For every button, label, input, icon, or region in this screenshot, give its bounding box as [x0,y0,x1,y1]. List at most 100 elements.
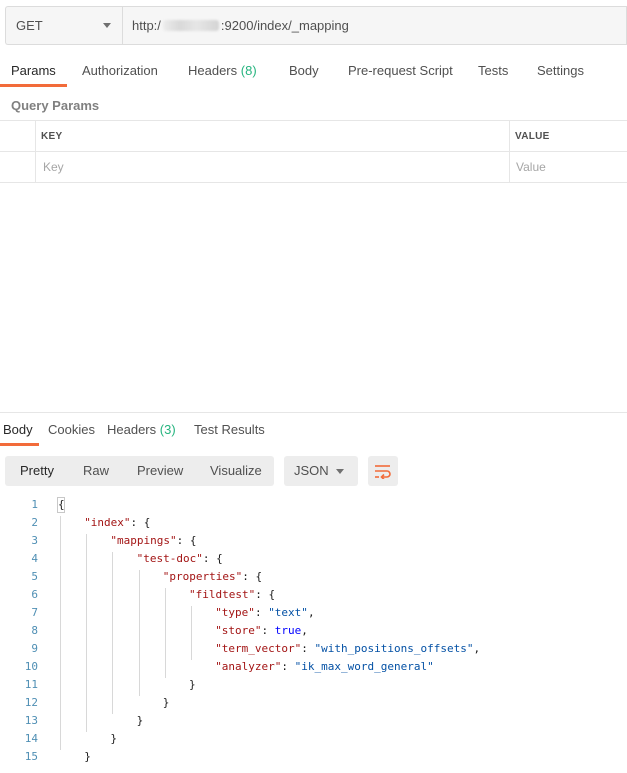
active-tab-indicator [0,84,67,87]
json-punctuation: { [189,534,197,547]
response-body-viewer[interactable]: 1{2 "index": {3 "mappings": {4 "test-doc": … [0,496,627,773]
tab-label: Headers [107,422,157,437]
json-punctuation: : [202,552,217,565]
code-line: "properties": { [163,570,262,583]
json-punctuation: } [110,732,118,745]
line-number: 15 [24,750,38,763]
table-row: Key Value [0,152,627,183]
code-line: { [58,498,65,511]
url-input[interactable]: http:/ :9200/index/_mapping [122,6,627,45]
code-line: "test-doc": { [137,552,223,565]
query-params-table: KEY VALUE Key Value [0,120,627,183]
line-number: 11 [24,678,38,691]
tab-label: Tests [478,63,509,78]
json-punctuation: : [176,534,190,547]
headers-count-badge: (3) [159,422,176,437]
value-input[interactable]: Value [516,160,546,174]
json-key: "store" [215,624,262,637]
json-punctuation: } [84,750,91,763]
json-punctuation: } [189,678,196,691]
json-key: "type" [215,606,255,619]
raw-button[interactable]: Raw [83,463,109,478]
json-punctuation: : [261,624,275,637]
query-params-title: Query Params [11,98,100,113]
json-punctuation: { [216,552,223,565]
line-number: 2 [31,516,38,529]
json-value: "ik_max_word_general" [294,660,434,673]
indent-guide [191,606,192,660]
code-line: "type": "text", [215,606,314,619]
url-prefix: http:/ [132,18,161,33]
line-number: 8 [31,624,38,637]
tab-label: Headers [188,63,238,78]
active-tab-indicator [0,443,39,446]
line-number: 12 [24,696,38,709]
value-column-header: VALUE [515,131,550,142]
code-line: } [163,696,170,709]
json-punctuation: , [301,624,308,637]
column-divider [509,121,510,182]
tab-label: Body [3,422,33,437]
code-line: "mappings": { [110,534,196,547]
json-value: "with_positions_offsets" [314,642,474,655]
pane-divider[interactable] [0,412,627,413]
code-line: "fildtest": { [189,588,275,601]
json-key: "test-doc" [136,552,203,565]
json-punctuation: : [254,606,269,619]
preview-button[interactable]: Preview [137,463,183,478]
json-value: true [274,624,302,637]
json-punctuation: : [281,660,295,673]
format-select[interactable]: JSON [284,456,358,486]
tab-label: Test Results [194,422,265,437]
tab-label: Authorization [82,63,158,78]
line-number: 10 [24,660,38,673]
tab-pre-request-script[interactable]: Pre-request Script [348,63,453,78]
key-column-header: KEY [41,131,63,142]
tab-body[interactable]: Body [289,63,319,78]
indent-guide [60,516,61,750]
tab-params[interactable]: Params [11,63,56,78]
response-tabs: Body Cookies Headers (3) Test Results [0,415,627,446]
tab-test-results[interactable]: Test Results [194,422,265,437]
redacted-host [162,20,219,31]
chevron-down-icon [103,23,111,28]
key-input[interactable]: Key [43,160,64,174]
code-line: "term_vector": "with_positions_offsets", [215,642,480,655]
json-punctuation: : [301,642,315,655]
json-punctuation: { [58,498,65,511]
wrap-lines-icon [375,465,391,479]
tab-authorization[interactable]: Authorization [82,63,158,78]
headers-count-badge: (8) [240,63,257,78]
json-key: "fildtest" [189,588,256,601]
tab-label: Params [11,63,56,78]
tab-tests[interactable]: Tests [478,63,508,78]
json-key: "properties" [162,570,243,583]
tab-response-headers[interactable]: Headers (3) [107,422,176,437]
method-select[interactable]: GET [5,6,122,45]
line-number: 4 [31,552,38,565]
tab-settings[interactable]: Settings [537,63,584,78]
indent-guide [164,588,166,678]
tab-label: Pre-request Script [348,63,453,78]
code-line: "index": { [84,516,150,529]
tab-label: Cookies [48,422,95,437]
json-key: "analyzer" [215,660,282,673]
json-punctuation: : [242,570,256,583]
code-line: "store": true, [215,624,308,637]
indent-guide [112,552,114,714]
pretty-button[interactable]: Pretty [20,463,54,478]
code-line: } [84,750,91,763]
chevron-down-icon [336,469,344,474]
line-number: 13 [24,714,38,727]
wrap-lines-button[interactable] [368,456,398,486]
json-punctuation: , [307,606,315,619]
code-line: } [110,732,117,745]
json-value: "text" [268,606,308,619]
json-punctuation: , [473,642,481,655]
indent-guide [86,534,88,732]
tab-response-body[interactable]: Body [3,422,33,437]
tab-cookies[interactable]: Cookies [48,422,95,437]
visualize-button[interactable]: Visualize [210,463,262,478]
line-number: 6 [31,588,38,601]
tab-headers[interactable]: Headers (8) [188,63,257,78]
